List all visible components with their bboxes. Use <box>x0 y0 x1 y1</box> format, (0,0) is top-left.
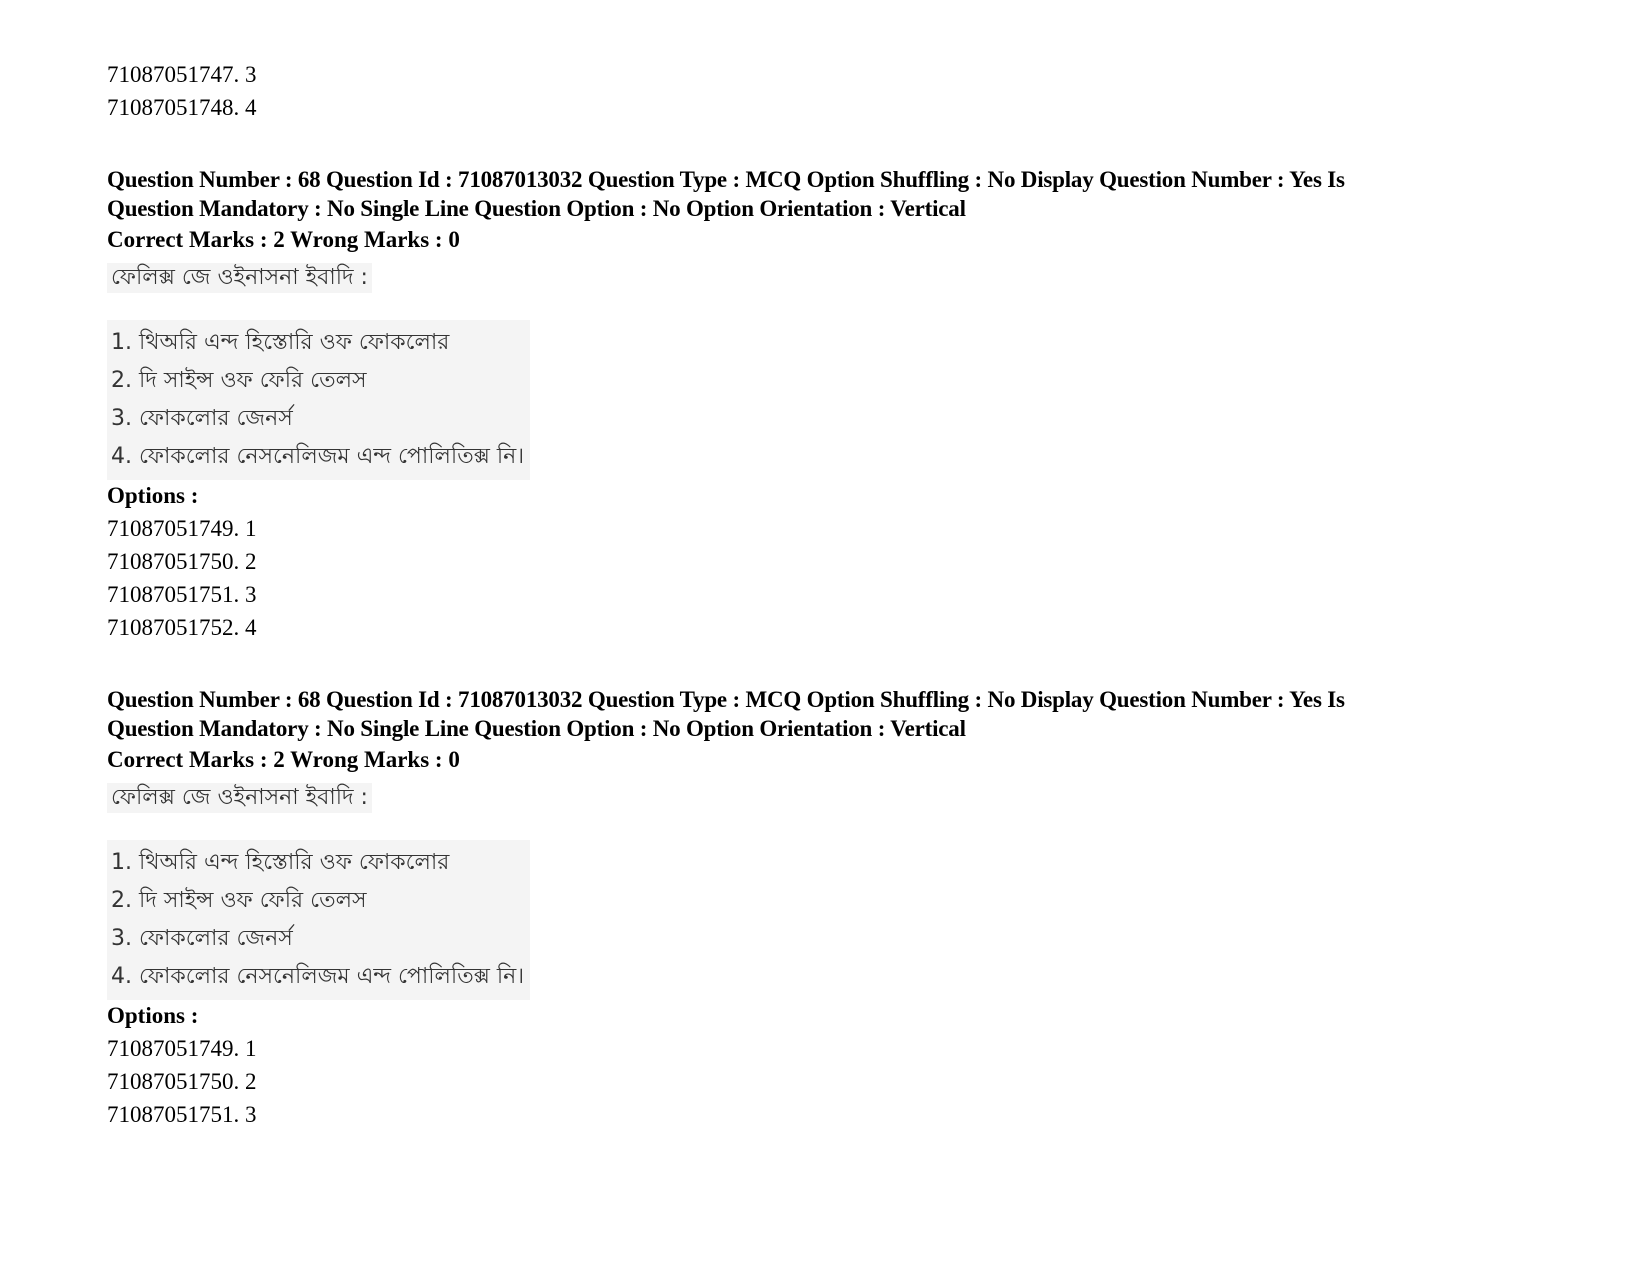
question-meta-line-2: Question Mandatory : No Single Line Ques… <box>107 196 966 221</box>
option-row: 71087051750. 2 <box>107 549 257 574</box>
question-choices: 1. থিঅরি এন্দ হিস্তোরি ওফ ফোকলোর 2. দি স… <box>107 320 531 480</box>
choice-item: 2. দি সাইন্স ওফ ফেরি তেলস <box>111 888 367 913</box>
option-row: 71087051751. 3 <box>107 582 257 607</box>
prev-option-3: 71087051747. 3 <box>107 62 257 87</box>
option-label: 1 <box>245 516 257 541</box>
option-id: 71087051749 <box>107 1036 234 1061</box>
options-heading: Options : <box>107 1003 199 1028</box>
option-id: 71087051749 <box>107 516 234 541</box>
option-id: 71087051748 <box>107 95 234 120</box>
option-row: 71087051749. 1 <box>107 1036 257 1061</box>
question-marks: Correct Marks : 2 Wrong Marks : 0 <box>107 227 460 252</box>
options-heading: Options : <box>107 483 199 508</box>
option-row: 71087051750. 2 <box>107 1069 257 1094</box>
question-meta-line-1: Question Number : 68 Question Id : 71087… <box>107 167 1345 192</box>
option-label: 1 <box>245 1036 257 1061</box>
choice-item: 3. ফোকলোর জেনর্স <box>111 926 293 951</box>
option-row: 71087051752. 4 <box>107 615 257 640</box>
question-stem: ফেলিক্স জে ওইনাসনা ইবাদি : <box>107 783 372 813</box>
option-id: 71087051750 <box>107 1069 234 1094</box>
choice-item: 1. থিঅরি এন্দ হিস্তোরি ওফ ফোকলোর <box>111 330 450 355</box>
option-label: 3 <box>245 582 257 607</box>
option-label: 2 <box>245 1069 257 1094</box>
question-marks: Correct Marks : 2 Wrong Marks : 0 <box>107 747 460 772</box>
option-id: 71087051750 <box>107 549 234 574</box>
option-id: 71087051751 <box>107 1102 234 1127</box>
choice-item: 4. ফোকলোর নেসনেলিজম এন্দ পোলিতিক্স নি। <box>111 444 525 469</box>
option-label: 2 <box>245 549 257 574</box>
option-row: 71087051751. 3 <box>107 1102 257 1127</box>
option-label: 4 <box>245 615 257 640</box>
choice-item: 2. দি সাইন্স ওফ ফেরি তেলস <box>111 368 367 393</box>
question-choices: 1. থিঅরি এন্দ হিস্তোরি ওফ ফোকলোর 2. দি স… <box>107 840 531 1000</box>
option-label: 4 <box>245 95 257 120</box>
option-id: 71087051747 <box>107 62 234 87</box>
option-row: 71087051749. 1 <box>107 516 257 541</box>
question-meta: Question Number : 68 Question Id : 71087… <box>107 685 1527 743</box>
question-stem: ফেলিক্স জে ওইনাসনা ইবাদি : <box>107 263 372 293</box>
choice-item: 3. ফোকলোর জেনর্স <box>111 406 293 431</box>
prev-option-4: 71087051748. 4 <box>107 95 257 120</box>
option-label: 3 <box>245 1102 257 1127</box>
option-label: 3 <box>245 62 257 87</box>
question-meta: Question Number : 68 Question Id : 71087… <box>107 165 1527 223</box>
question-meta-line-2: Question Mandatory : No Single Line Ques… <box>107 716 966 741</box>
choice-item: 1. থিঅরি এন্দ হিস্তোরি ওফ ফোকলোর <box>111 850 450 875</box>
question-meta-line-1: Question Number : 68 Question Id : 71087… <box>107 687 1345 712</box>
choice-item: 4. ফোকলোর নেসনেলিজম এন্দ পোলিতিক্স নি। <box>111 964 525 989</box>
option-id: 71087051752 <box>107 615 234 640</box>
option-id: 71087051751 <box>107 582 234 607</box>
